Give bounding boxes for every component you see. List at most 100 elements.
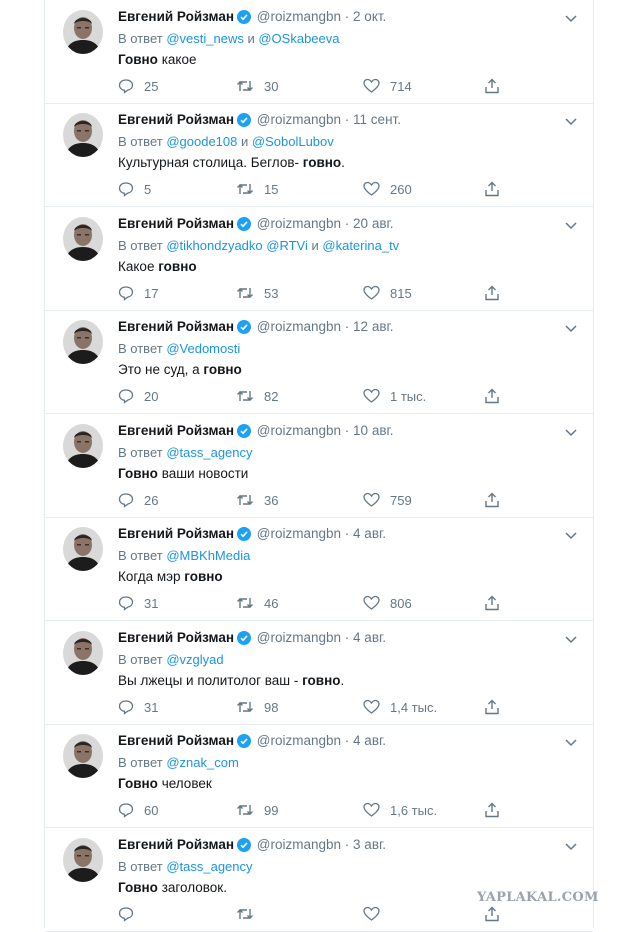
author-name[interactable]: Евгений Ройзман: [118, 319, 234, 334]
author-handle[interactable]: @roizmangbn: [257, 526, 341, 541]
reply-button[interactable]: 60: [118, 802, 158, 818]
reply-button[interactable]: [118, 906, 144, 922]
reply-mention[interactable]: @znak_com: [166, 755, 238, 770]
retweet-button[interactable]: 46: [236, 595, 278, 611]
reply-mention[interactable]: @Vedomosti: [166, 341, 240, 356]
author-name[interactable]: Евгений Ройзман: [118, 112, 234, 127]
share-button[interactable]: [484, 802, 510, 818]
chevron-down-icon[interactable]: [565, 10, 577, 28]
author-handle[interactable]: @roizmangbn: [257, 837, 341, 852]
like-button[interactable]: [363, 906, 390, 922]
chevron-down-icon[interactable]: [565, 424, 577, 442]
reply-button[interactable]: 26: [118, 492, 158, 508]
avatar[interactable]: [63, 734, 103, 778]
author-handle[interactable]: @roizmangbn: [257, 630, 341, 645]
reply-button[interactable]: 31: [118, 595, 158, 611]
tweet[interactable]: Евгений Ройзман @roizmangbn · 20 авг. В …: [45, 207, 593, 311]
retweet-button[interactable]: [236, 906, 264, 922]
tweet-date[interactable]: 20 авг.: [353, 216, 393, 231]
tweet[interactable]: Евгений Ройзман @roizmangbn · 4 авг. В о…: [45, 621, 593, 725]
chevron-down-icon[interactable]: [565, 734, 577, 752]
avatar[interactable]: [63, 527, 103, 571]
like-button[interactable]: 806: [363, 595, 412, 611]
like-button[interactable]: 815: [363, 285, 412, 301]
retweet-button[interactable]: 36: [236, 492, 278, 508]
share-button[interactable]: [484, 285, 510, 301]
reply-button[interactable]: 31: [118, 699, 158, 715]
reply-mention[interactable]: @tass_agency: [166, 445, 252, 460]
like-button[interactable]: 759: [363, 492, 412, 508]
retweet-button[interactable]: 53: [236, 285, 278, 301]
reply-button[interactable]: 5: [118, 181, 151, 197]
tweet[interactable]: Евгений Ройзман @roizmangbn · 4 авг. В о…: [45, 517, 593, 621]
reply-mention[interactable]: @vzglyad: [166, 652, 223, 667]
reply-button[interactable]: 25: [118, 78, 158, 94]
reply-button[interactable]: 17: [118, 285, 158, 301]
tweet[interactable]: Евгений Ройзман @roizmangbn · 10 авг. В …: [45, 414, 593, 518]
reply-mention-2[interactable]: @SobolLubov: [252, 134, 334, 149]
tweet[interactable]: Евгений Ройзман @roizmangbn · 3 авг. В о…: [45, 828, 593, 932]
author-handle[interactable]: @roizmangbn: [257, 423, 341, 438]
share-button[interactable]: [484, 906, 510, 922]
author-handle[interactable]: @roizmangbn: [257, 9, 341, 24]
retweet-button[interactable]: 99: [236, 802, 278, 818]
chevron-down-icon[interactable]: [565, 113, 577, 131]
reply-button[interactable]: 20: [118, 388, 158, 404]
reply-mention[interactable]: @goode108: [166, 134, 237, 149]
retweet-button[interactable]: 15: [236, 181, 278, 197]
share-button[interactable]: [484, 699, 510, 715]
author-handle[interactable]: @roizmangbn: [257, 319, 341, 334]
share-button[interactable]: [484, 78, 510, 94]
chevron-down-icon[interactable]: [565, 320, 577, 338]
tweet-date[interactable]: 12 авг.: [353, 319, 393, 334]
retweet-button[interactable]: 82: [236, 388, 278, 404]
tweet[interactable]: Евгений Ройзман @roizmangbn · 2 окт. В о…: [45, 0, 593, 104]
tweet-date[interactable]: 4 авг.: [353, 526, 386, 541]
author-handle[interactable]: @roizmangbn: [257, 216, 341, 231]
tweet[interactable]: Евгений Ройзман @roizmangbn · 4 авг. В о…: [45, 724, 593, 828]
avatar[interactable]: [63, 631, 103, 675]
author-name[interactable]: Евгений Ройзман: [118, 9, 234, 24]
avatar[interactable]: [63, 424, 103, 468]
chevron-down-icon[interactable]: [565, 631, 577, 649]
author-name[interactable]: Евгений Ройзман: [118, 216, 234, 231]
author-name[interactable]: Евгений Ройзман: [118, 733, 234, 748]
reply-mention[interactable]: @vesti_news: [166, 31, 244, 46]
chevron-down-icon[interactable]: [565, 217, 577, 235]
chevron-down-icon[interactable]: [565, 838, 577, 856]
avatar[interactable]: [63, 217, 103, 261]
author-name[interactable]: Евгений Ройзман: [118, 630, 234, 645]
tweet[interactable]: Евгений Ройзман @roizmangbn · 12 авг. В …: [45, 310, 593, 414]
reply-mention[interactable]: @tass_agency: [166, 859, 252, 874]
avatar[interactable]: [63, 320, 103, 364]
retweet-button[interactable]: 98: [236, 699, 278, 715]
tweet-date[interactable]: 4 авг.: [353, 630, 386, 645]
author-name[interactable]: Евгений Ройзман: [118, 526, 234, 541]
tweet-date[interactable]: 10 авг.: [353, 423, 393, 438]
like-button[interactable]: 1,6 тыс.: [363, 802, 437, 818]
like-button[interactable]: 260: [363, 181, 412, 197]
share-button[interactable]: [484, 492, 510, 508]
reply-mention-2[interactable]: @OSkabeeva: [258, 31, 339, 46]
tweet-date[interactable]: 2 окт.: [353, 9, 386, 24]
like-button[interactable]: 1 тыс.: [363, 388, 426, 404]
like-button[interactable]: 714: [363, 78, 412, 94]
like-button[interactable]: 1,4 тыс.: [363, 699, 437, 715]
share-button[interactable]: [484, 181, 510, 197]
reply-mention-2[interactable]: @katerina_tv: [322, 238, 399, 253]
author-handle[interactable]: @roizmangbn: [257, 112, 341, 127]
avatar[interactable]: [63, 113, 103, 157]
reply-mention[interactable]: @MBKhMedia: [166, 548, 250, 563]
avatar[interactable]: [63, 10, 103, 54]
author-name[interactable]: Евгений Ройзман: [118, 423, 234, 438]
tweet-date[interactable]: 11 сент.: [353, 112, 401, 127]
avatar[interactable]: [63, 838, 103, 882]
author-name[interactable]: Евгений Ройзман: [118, 837, 234, 852]
tweet-date[interactable]: 3 авг.: [353, 837, 386, 852]
tweet-date[interactable]: 4 авг.: [353, 733, 386, 748]
share-button[interactable]: [484, 595, 510, 611]
share-button[interactable]: [484, 388, 510, 404]
chevron-down-icon[interactable]: [565, 527, 577, 545]
reply-mention[interactable]: @tikhondzyadko @RTVi: [166, 238, 308, 253]
tweet[interactable]: Евгений Ройзман @roizmangbn · 11 сент. В…: [45, 103, 593, 207]
